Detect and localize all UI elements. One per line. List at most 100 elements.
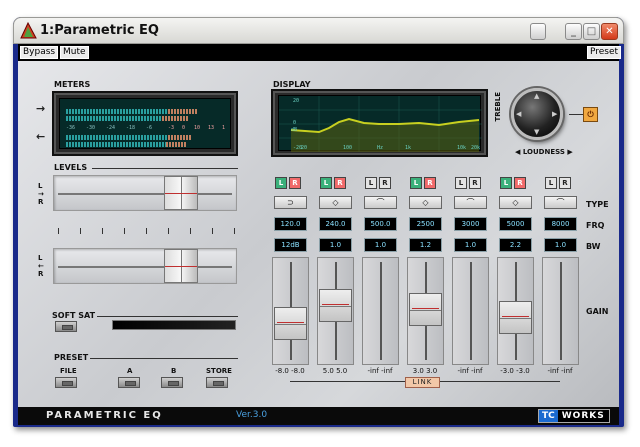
- band-gain-value: -inf -inf: [457, 367, 483, 375]
- preset-a-label: A: [127, 367, 133, 375]
- preset-file-button[interactable]: [55, 377, 77, 388]
- levels-label: LEVELS: [54, 163, 88, 172]
- band-type-button[interactable]: ⌒: [454, 196, 487, 209]
- band-bandwidth-field[interactable]: 1.0: [319, 238, 352, 252]
- band-type-button[interactable]: ◇: [499, 196, 532, 209]
- band-left-toggle[interactable]: L: [410, 177, 422, 189]
- output-arrow-icon: ←: [36, 130, 46, 143]
- band-gain-thumb[interactable]: [409, 292, 442, 326]
- meter-tick: -30: [86, 125, 96, 131]
- band-gain-thumb[interactable]: [499, 300, 532, 334]
- band-left-toggle[interactable]: L: [275, 177, 287, 189]
- title-bar[interactable]: 1:Parametric EQ _ □ ✕: [13, 17, 624, 44]
- preset-b-button[interactable]: [161, 377, 183, 388]
- band-frequency-field[interactable]: 120.0: [274, 217, 307, 231]
- band-gain-value: 3.0 3.0: [412, 367, 438, 375]
- band-gain-slider[interactable]: [362, 257, 399, 365]
- band-bandwidth-field[interactable]: 12dB: [274, 238, 307, 252]
- band-gain-value: -inf -inf: [367, 367, 393, 375]
- band-bandwidth-field[interactable]: 1.0: [544, 238, 577, 252]
- treble-label: TREBLE: [494, 92, 502, 122]
- band-frequency-field[interactable]: 500.0: [364, 217, 397, 231]
- band-left-toggle[interactable]: L: [545, 177, 557, 189]
- output-level-thumb[interactable]: [164, 249, 198, 283]
- input-level-thumb[interactable]: [164, 176, 198, 210]
- band-type-button[interactable]: ⊃: [274, 196, 307, 209]
- band-right-toggle[interactable]: R: [424, 177, 436, 189]
- band-type-button[interactable]: ⌒: [544, 196, 577, 209]
- level-meters: -36 -30 -24 -18 -6 -3 0 10 13 1: [52, 91, 238, 156]
- band-gain-value: -inf -inf: [547, 367, 573, 375]
- soft-sat-button[interactable]: [55, 321, 77, 332]
- preset-store-label: STORE: [206, 367, 232, 375]
- display-freq: 100: [343, 145, 353, 151]
- band-right-toggle[interactable]: R: [469, 177, 481, 189]
- plugin-toolbar: Bypass Mute Preset: [18, 44, 622, 61]
- preset-label: PRESET: [54, 353, 89, 362]
- band-right-toggle[interactable]: R: [514, 177, 526, 189]
- restore-pane-button[interactable]: [530, 23, 546, 40]
- meter-tick: 0: [182, 125, 186, 131]
- tc-works-logo: TC WORKS: [538, 409, 610, 423]
- band-gain-thumb[interactable]: [274, 306, 307, 340]
- display-freq: 20k: [471, 145, 481, 151]
- input-level-slider[interactable]: [53, 175, 237, 211]
- band-left-toggle[interactable]: L: [455, 177, 467, 189]
- bypass-button[interactable]: Bypass: [20, 46, 59, 59]
- knob-down-arrow-icon: ▼: [534, 128, 540, 136]
- loudness-label: ◀ LOUDNESS ▶: [515, 148, 573, 156]
- display-freq: 1k: [405, 145, 412, 151]
- eq-display: 20 0 dB -20 20 100 Hz 1k 10k 20k: [271, 89, 488, 157]
- band-bandwidth-field[interactable]: 1.0: [364, 238, 397, 252]
- loudness-knob[interactable]: ▲ ▼ ◀ ▶: [511, 88, 563, 140]
- band-bandwidth-field[interactable]: 2.2: [499, 238, 532, 252]
- version-label: Ver.3.0: [236, 410, 268, 420]
- maximize-button[interactable]: □: [583, 23, 600, 40]
- band-right-toggle[interactable]: R: [559, 177, 571, 189]
- band-gain-value: 5.0 5.0: [322, 367, 348, 375]
- maximize-icon: □: [586, 26, 597, 37]
- loudness-power-button[interactable]: ⏻: [583, 107, 598, 122]
- band-right-toggle[interactable]: R: [379, 177, 391, 189]
- minimize-button[interactable]: _: [565, 23, 582, 40]
- meters-label: METERS: [54, 80, 91, 89]
- band-right-toggle[interactable]: R: [289, 177, 301, 189]
- preset-b-label: B: [171, 367, 177, 375]
- band-type-button[interactable]: ⌒: [364, 196, 397, 209]
- band-frequency-field[interactable]: 8000: [544, 217, 577, 231]
- footer-title: PARAMETRIC EQ: [46, 410, 163, 421]
- band-frequency-field[interactable]: 240.0: [319, 217, 352, 231]
- band-bandwidth-field[interactable]: 1.0: [454, 238, 487, 252]
- close-button[interactable]: ✕: [601, 23, 618, 40]
- mute-button[interactable]: Mute: [60, 46, 89, 59]
- display-freq: 20: [301, 145, 308, 151]
- band-type-button[interactable]: ◇: [409, 196, 442, 209]
- band-right-toggle[interactable]: R: [334, 177, 346, 189]
- link-button[interactable]: LINK: [405, 377, 440, 388]
- type-row-label: TYPE: [586, 200, 609, 209]
- output-level-slider[interactable]: [53, 248, 237, 284]
- band-frequency-field[interactable]: 3000: [454, 217, 487, 231]
- meter-screen: -36 -30 -24 -18 -6 -3 0 10 13 1: [59, 98, 231, 149]
- input-level-lr-icon: L → R: [38, 182, 44, 206]
- band-gain-slider[interactable]: [542, 257, 579, 365]
- preset-a-button[interactable]: [118, 377, 140, 388]
- band-left-toggle[interactable]: L: [500, 177, 512, 189]
- close-icon: ✕: [605, 26, 614, 37]
- band-frequency-field[interactable]: 5000: [499, 217, 532, 231]
- minimize-icon: _: [571, 26, 576, 37]
- preset-button[interactable]: Preset: [587, 46, 622, 59]
- eq-curve-graph: [279, 96, 482, 152]
- band-left-toggle[interactable]: L: [365, 177, 377, 189]
- band-gain-slider[interactable]: [452, 257, 489, 365]
- input-arrow-icon: →: [36, 102, 46, 115]
- gain-row-label: GAIN: [586, 307, 609, 316]
- band-frequency-field[interactable]: 2500: [409, 217, 442, 231]
- band-gain-thumb[interactable]: [319, 289, 352, 322]
- band-bandwidth-field[interactable]: 1.2: [409, 238, 442, 252]
- preset-store-button[interactable]: [206, 377, 228, 388]
- meter-tick: -6: [146, 125, 153, 131]
- window-title: 1:Parametric EQ: [40, 23, 159, 38]
- band-left-toggle[interactable]: L: [320, 177, 332, 189]
- band-type-button[interactable]: ◇: [319, 196, 352, 209]
